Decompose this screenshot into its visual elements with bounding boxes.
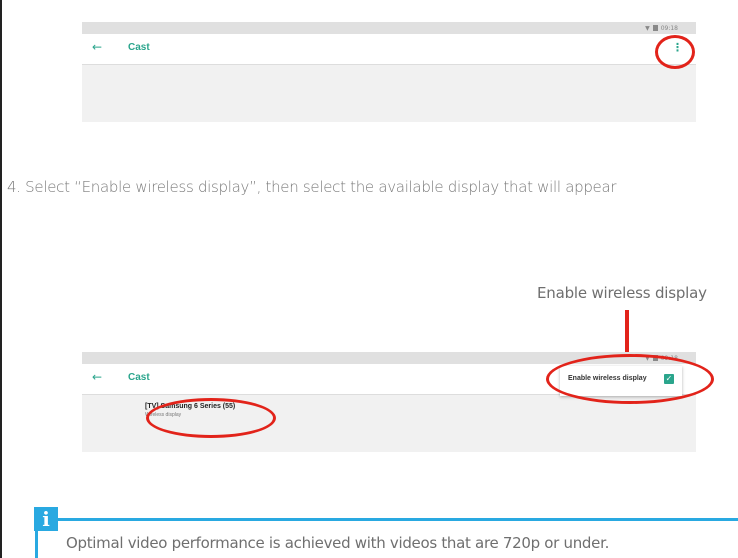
- cast-title: Cast: [128, 372, 150, 383]
- callout-line: [625, 310, 629, 352]
- battery-icon: [652, 25, 658, 31]
- menu-highlight-ring: [655, 35, 695, 69]
- wifi-icon: ▼: [645, 24, 650, 32]
- status-icons: ▼ 09:18: [645, 22, 678, 34]
- info-icon: i: [34, 507, 58, 531]
- status-time: 09:18: [660, 24, 678, 32]
- info-note-rule: [35, 518, 738, 521]
- cast-title: Cast: [128, 42, 150, 53]
- callout-label: Enable wireless display: [537, 284, 707, 302]
- step-4-instruction: 4. Select “Enable wireless display”, the…: [7, 178, 617, 196]
- info-note-text: Optimal video performance is achieved wi…: [66, 534, 610, 552]
- popup-highlight-ring: [546, 354, 714, 404]
- device-highlight-ring: [146, 398, 276, 438]
- app-bar: ← Cast ⋮: [82, 34, 696, 65]
- cast-screenshot-1: ▼ 09:18 ← Cast ⋮: [82, 22, 696, 122]
- status-bar: ▼ 09:18: [82, 22, 696, 34]
- back-arrow-icon[interactable]: ←: [92, 370, 102, 384]
- back-arrow-icon[interactable]: ←: [92, 40, 102, 54]
- page-left-border: [0, 0, 2, 558]
